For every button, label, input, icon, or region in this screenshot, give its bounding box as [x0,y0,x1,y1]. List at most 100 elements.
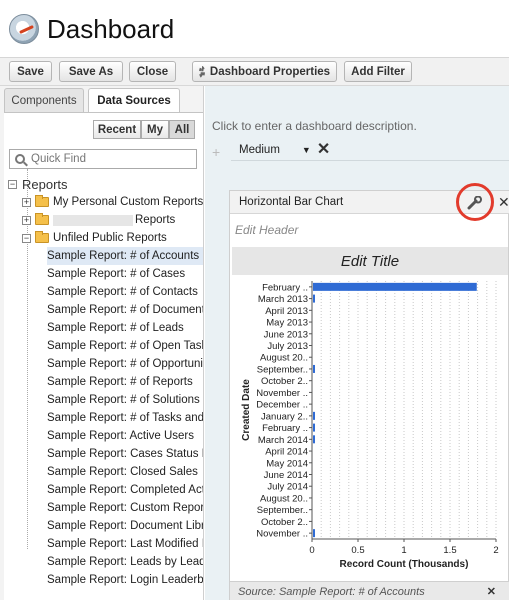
page-title: Dashboard [47,14,175,44]
chart-component[interactable]: Horizontal Bar Chart ✕ Edit Header Edit … [229,183,509,600]
bar [313,411,315,420]
toolbar: Save Save As Close Dashboard Properties … [0,58,509,86]
report-item[interactable]: Sample Report: Completed Act [47,481,203,499]
report-item[interactable]: Sample Report: # of Solutions [47,391,203,409]
folder-label: Unfiled Public Reports [53,232,167,244]
report-item[interactable]: Sample Report: Login Leaderb [47,571,203,589]
dashboard-properties-button[interactable]: Dashboard Properties [192,61,337,82]
search-icon [15,154,25,164]
y-tick-label: April 2013 [265,306,308,317]
folder-icon [35,213,49,225]
report-item[interactable]: Sample Report: Leads by Lead [47,553,203,571]
tree-folder-personal[interactable]: + My Personal Custom Reports [22,193,203,211]
report-item[interactable]: Sample Report: # of Accounts [47,247,203,265]
y-tick-label: March 2014 [258,435,308,446]
bar [313,364,315,373]
tab-components[interactable]: Components [4,88,84,112]
component-type-label: Horizontal Bar Chart [239,196,344,208]
report-item[interactable]: Sample Report: # of Contacts [47,283,203,301]
column-size-select[interactable]: Medium [239,144,280,156]
collapse-icon[interactable]: − [22,233,31,243]
quick-find-box[interactable] [9,149,197,169]
dropdown-arrow-icon[interactable]: ▼ [302,145,311,155]
quick-find-input[interactable] [31,153,191,165]
horizontal-bar-chart: February ..March 2013April 2013May 2013J… [241,281,499,570]
folder-icon [35,195,49,207]
report-item[interactable]: Sample Report: # of Documents [47,301,203,319]
y-tick-label: February .. [262,423,308,434]
remove-column-icon[interactable]: ✕ [317,141,330,158]
y-tick-label: October 2.. [261,517,308,528]
report-item[interactable]: Sample Report: # of Leads [47,319,203,337]
close-icon[interactable]: ✕ [498,194,509,211]
save-button[interactable]: Save [9,61,52,82]
y-tick-label: August 20.. [260,493,308,504]
report-item[interactable]: Sample Report: Cases Status I [47,445,203,463]
report-item[interactable]: Sample Report: # of Tasks and [47,409,203,427]
report-item[interactable]: Sample Report: Last Modified I [47,535,203,553]
bar [313,529,315,538]
report-item[interactable]: Sample Report: Custom Repor [47,499,203,517]
left-panel: Components Data Sources Recent My All − … [0,86,204,600]
edit-title-field[interactable]: Edit Title [341,253,399,270]
y-tick-label: September.. [257,505,308,516]
report-item[interactable]: Sample Report: # of Reports [47,373,203,391]
y-axis-label: Created Date [241,379,252,441]
expand-icon[interactable]: + [22,215,31,225]
x-axis-label: Record Count (Thousands) [340,559,469,570]
bar [313,282,477,291]
data-sources-body: Recent My All − Reports + My Personal Cu… [4,112,203,600]
expand-icon[interactable]: + [22,197,31,207]
report-item[interactable]: Sample Report: # of Cases [47,265,203,283]
bar [313,423,315,432]
y-tick-label: January 2.. [261,411,308,422]
close-button[interactable]: Close [129,61,176,82]
component-footer: Source: Sample Report: # of Accounts ✕ [230,581,509,600]
y-tick-label: August 20.. [260,353,308,364]
folder-label: Reports [135,214,176,226]
gear-icon [198,65,205,78]
app-header: Dashboard [0,0,509,58]
bar [313,435,315,444]
tab-data-sources[interactable]: Data Sources [88,88,180,112]
column-header: Medium ▼ ✕ [231,139,509,161]
x-tick-label: 1 [401,545,406,556]
filter-all-button[interactable]: All [169,120,195,139]
report-item[interactable]: Sample Report: # of Open Tasks [47,337,203,355]
report-item[interactable]: Sample Report: Document Libr [47,517,203,535]
report-item[interactable]: Sample Report: # of Opportunities [47,355,203,373]
y-tick-label: May 2014 [266,458,308,469]
report-item[interactable]: Sample Report: Active Users [47,427,203,445]
y-tick-label: March 2013 [258,294,308,305]
source-label: Source: Sample Report: # of Accounts [238,585,425,598]
tree-folder-unfiled[interactable]: − Unfiled Public Reports [22,229,203,247]
highlight-circle [456,183,494,221]
y-tick-label: May 2013 [266,318,308,329]
save-as-button[interactable]: Save As [59,61,123,82]
y-tick-label: April 2014 [265,447,308,458]
y-tick-label: December .. [256,400,308,411]
dashboard-gauge-icon [9,14,39,44]
y-tick-label: September.. [257,364,308,375]
y-tick-label: July 2013 [267,341,308,352]
add-filter-button[interactable]: Add Filter [344,61,412,82]
report-item[interactable]: Sample Report: Closed Sales [47,463,203,481]
x-tick-label: 0 [309,545,314,556]
redacted-text [53,214,133,226]
footer-close-icon[interactable]: ✕ [487,585,496,598]
y-tick-label: June 2013 [264,329,308,340]
open-folder-icon [35,231,49,243]
edit-title-band[interactable]: Edit Title [232,247,508,275]
y-tick-label: February .. [262,282,308,293]
tree-root-reports[interactable]: − Reports [8,175,203,193]
y-tick-label: June 2014 [264,470,308,481]
y-tick-label: November .. [256,529,308,540]
collapse-icon[interactable]: − [8,179,17,189]
add-column-icon[interactable]: + [212,144,220,160]
edit-header-field[interactable]: Edit Header [235,223,298,237]
filter-recent-button[interactable]: Recent [93,120,141,139]
x-tick-label: 1.5 [443,545,456,556]
filter-my-button[interactable]: My [141,120,169,139]
dashboard-description[interactable]: Click to enter a dashboard description. [212,119,417,133]
tree-folder-reports[interactable]: + Reports [22,211,203,229]
